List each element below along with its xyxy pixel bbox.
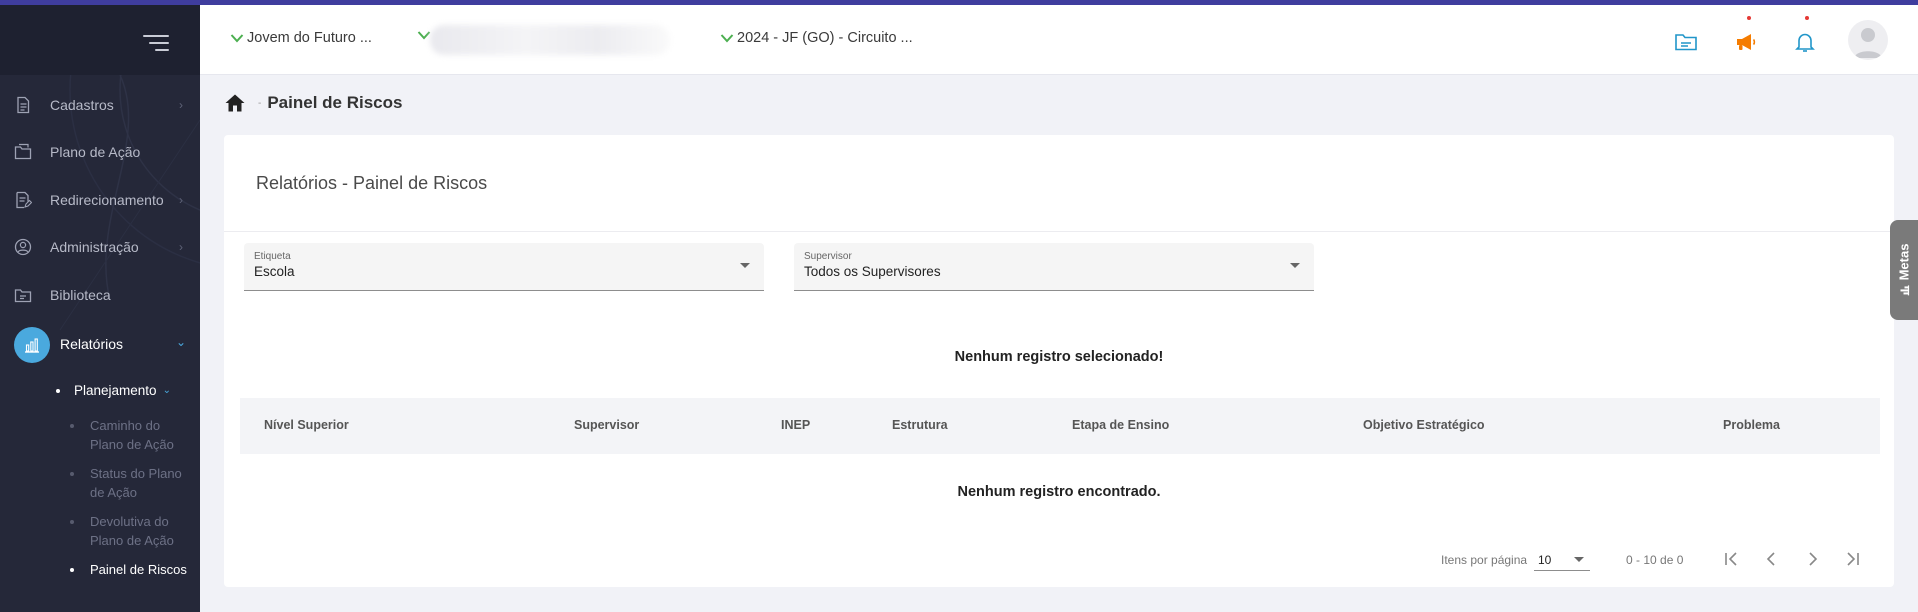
bullet-icon xyxy=(56,388,60,393)
page-range: 0 - 10 de 0 xyxy=(1626,553,1684,567)
doc-edit-icon xyxy=(16,191,32,209)
last-page-icon xyxy=(1847,552,1859,566)
chart-icon xyxy=(14,327,50,363)
page-size-select[interactable]: 10 xyxy=(1534,545,1590,571)
dropdown-arrow-icon xyxy=(1290,263,1300,268)
chevron-down-icon xyxy=(230,34,244,43)
first-page-button[interactable] xyxy=(1717,545,1747,573)
empty-table-message: Nenhum registro encontrado. xyxy=(957,484,1161,500)
sidebar-item-relatorios[interactable]: Relatórios ⌄ xyxy=(0,323,200,367)
user-circle-icon xyxy=(14,238,32,256)
column-header[interactable]: Objetivo Estratégico xyxy=(1363,418,1485,432)
etiqueta-select[interactable]: Etiqueta Escola xyxy=(244,243,764,291)
chevron-right-icon: › xyxy=(179,98,183,112)
metas-tab[interactable]: Metas xyxy=(1890,220,1918,320)
first-page-icon xyxy=(1725,552,1737,566)
sidebar-subitem-planejamento[interactable]: Planejamento ⌄ xyxy=(56,383,171,398)
sidebar-item-biblioteca[interactable]: Biblioteca xyxy=(0,275,200,315)
field-label: Supervisor xyxy=(804,251,852,262)
subitem-label: Planejamento xyxy=(74,383,157,398)
chevron-down-icon xyxy=(417,31,431,40)
leaf-label: Devolutiva do Plano de Ação xyxy=(90,514,174,548)
sidebar-item-plano-de-acao[interactable]: Plano de Ação xyxy=(0,132,200,172)
bell-icon[interactable] xyxy=(1793,30,1817,54)
dropdown-arrow-icon xyxy=(740,263,750,268)
chevron-left-icon xyxy=(1766,552,1775,566)
selector-value: 2024 - JF (GO) - Circuito ... xyxy=(737,30,913,46)
program-selector[interactable]: Jovem do Futuro ... xyxy=(230,30,372,46)
sidebar-header xyxy=(0,5,200,75)
column-header[interactable]: Supervisor xyxy=(574,418,639,432)
table-header: Nível Superior Supervisor INEP Estrutura… xyxy=(240,398,1880,454)
last-page-button[interactable] xyxy=(1837,545,1867,573)
sidebar-item-label: Biblioteca xyxy=(50,287,111,303)
home-icon[interactable] xyxy=(224,93,246,113)
metas-text: Metas xyxy=(1896,243,1912,281)
items-per-page-label: Itens por página xyxy=(1441,553,1528,567)
next-page-button[interactable] xyxy=(1797,545,1827,573)
folder-icon xyxy=(14,143,32,160)
leaf-label: Caminho do Plano de Ação xyxy=(90,418,174,452)
field-label: Etiqueta xyxy=(254,251,291,262)
leaf-label: Status do Plano de Ação xyxy=(90,466,182,500)
column-header[interactable]: INEP xyxy=(781,418,810,432)
previous-page-button[interactable] xyxy=(1757,545,1787,573)
card-title: Relatórios - Painel de Riscos xyxy=(256,173,488,193)
sidebar-item-label: Relatórios xyxy=(60,336,124,352)
page-size-value: 10 xyxy=(1538,553,1552,567)
bullet-icon xyxy=(70,472,74,476)
sidebar-item-label: Plano de Ação xyxy=(50,144,141,160)
chevron-down-icon xyxy=(720,34,734,43)
paginator: Itens por página 10 0 - 10 de 0 xyxy=(224,545,1894,575)
avatar[interactable] xyxy=(1848,20,1888,60)
sidebar-item-label: Redirecionamento xyxy=(50,192,164,208)
document-icon xyxy=(17,96,30,114)
sidebar-item-cadastros[interactable]: Cadastros › xyxy=(0,85,200,125)
sidebar-item-administracao[interactable]: Administração › xyxy=(0,227,200,267)
divider xyxy=(224,231,1894,232)
chevron-right-icon xyxy=(1809,552,1818,566)
column-header[interactable]: Problema xyxy=(1723,418,1780,432)
leaf-label: Painel de Riscos xyxy=(90,562,187,577)
folder-icon[interactable] xyxy=(1674,30,1698,54)
sidebar-item-redirecionamento[interactable]: Redirecionamento › xyxy=(0,180,200,220)
top-accent-line xyxy=(0,0,1918,5)
chevron-right-icon: › xyxy=(179,240,183,254)
supervisor-select[interactable]: Supervisor Todos os Supervisores xyxy=(794,243,1314,291)
notification-dot xyxy=(1747,16,1751,20)
user-avatar-icon xyxy=(1854,28,1882,58)
breadcrumb-separator: - xyxy=(258,97,262,109)
top-bar: Jovem do Futuro ... 2024 - JF (GO) - Cir… xyxy=(200,5,1918,75)
page-title: Painel de Riscos xyxy=(267,93,403,112)
bullet-icon xyxy=(70,424,74,428)
selector-value: Jovem do Futuro ... xyxy=(247,30,372,46)
cycle-selector[interactable]: 2024 - JF (GO) - Circuito ... xyxy=(720,30,913,46)
library-icon xyxy=(14,289,32,303)
field-value: Escola xyxy=(254,264,295,279)
chevron-down-icon: ⌄ xyxy=(176,335,187,349)
sidebar-item-label: Cadastros xyxy=(50,97,114,113)
breadcrumb: - Painel de Riscos xyxy=(224,93,402,113)
megaphone-icon[interactable] xyxy=(1734,30,1758,54)
chevron-right-icon: › xyxy=(179,193,183,207)
sidebar-item-label: Administração xyxy=(50,239,139,255)
dropdown-arrow-icon xyxy=(1574,557,1584,562)
metas-label: Metas xyxy=(1897,244,1912,297)
column-header[interactable]: Estrutura xyxy=(892,418,948,432)
menu-toggle-icon[interactable] xyxy=(143,35,169,53)
chevron-down-icon: ⌄ xyxy=(162,385,171,396)
bar-chart-icon xyxy=(1900,285,1910,296)
field-value: Todos os Supervisores xyxy=(804,264,941,279)
no-selection-message: Nenhum registro selecionado! xyxy=(954,349,1164,365)
notification-dot xyxy=(1805,16,1809,20)
column-header[interactable]: Nível Superior xyxy=(264,418,349,432)
redacted-area xyxy=(430,25,670,55)
bullet-icon xyxy=(70,520,74,524)
report-card: Relatórios - Painel de Riscos Etiqueta E… xyxy=(224,135,1894,587)
sidebar: Cadastros › Plano de Ação Redirecionamen… xyxy=(0,0,200,612)
bullet-icon xyxy=(70,568,74,572)
column-header[interactable]: Etapa de Ensino xyxy=(1072,418,1169,432)
